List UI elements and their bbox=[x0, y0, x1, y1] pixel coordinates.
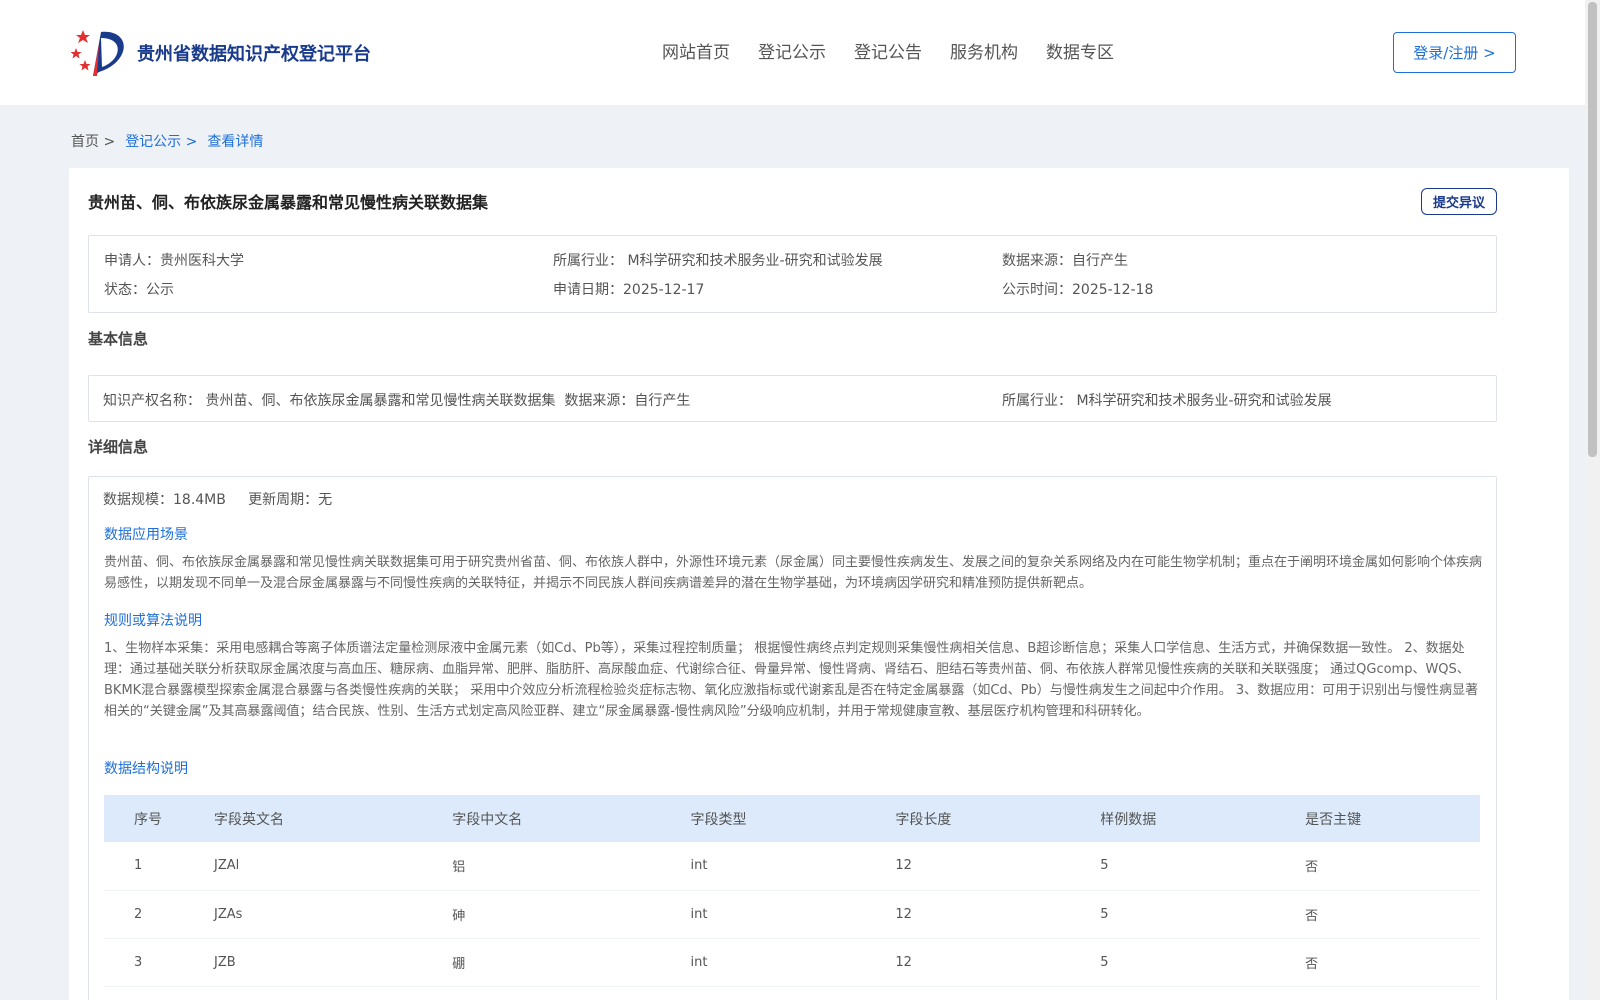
algorithm-title: 规则或算法说明 bbox=[104, 613, 202, 629]
apply-date-field: 申请日期：2025-12-17 bbox=[553, 279, 704, 299]
site-logo[interactable]: 贵州省数据知识产权登记平台 bbox=[71, 26, 371, 80]
site-name: 贵州省数据知识产权登记平台 bbox=[137, 44, 371, 65]
scenario-title: 数据应用场景 bbox=[104, 527, 188, 543]
algorithm-text: 1、生物样本采集：采用电感耦合等离子体质谱法定量检测尿液中金属元素（如Cd、Pb… bbox=[104, 641, 1479, 719]
page-scrollbar[interactable] bbox=[1585, 0, 1600, 1000]
cell-sample: 5 bbox=[1070, 938, 1276, 987]
source-field: 数据来源：自行产生 bbox=[1002, 250, 1128, 270]
nav-publicity[interactable]: 登记公示 bbox=[758, 38, 826, 63]
top-header: 贵州省数据知识产权登记平台 网站首页 登记公示 登记公告 服务机构 数据专区 登… bbox=[0, 0, 1585, 105]
cell-index: 1 bbox=[104, 842, 184, 891]
source-label: 数据来源： bbox=[1002, 253, 1072, 269]
cell-field-length: 12 bbox=[865, 938, 1071, 987]
publish-date-value: 2025-12-18 bbox=[1072, 282, 1154, 298]
scale-value: 18.4MB bbox=[173, 492, 226, 508]
scenario-text: 贵州苗、侗、布依族尿金属暴露和常见慢性病关联数据集可用于研究贵州省苗、侗、布依族… bbox=[104, 555, 1483, 591]
scale-label: 数据规模： bbox=[103, 492, 173, 508]
breadcrumb-current: 查看详情 bbox=[207, 134, 264, 150]
cell-field-cn: 砷 bbox=[422, 890, 661, 939]
detail-info-box: 数据规模：18.4MB 更新周期：无 数据应用场景 贵州苗、侗、布依族尿金属暴露… bbox=[88, 476, 1497, 1000]
table-row: 3 JZB 硼 int 12 5 否 bbox=[104, 938, 1480, 987]
cell-primary-key: 否 bbox=[1275, 938, 1480, 987]
col-field-cn: 字段中文名 bbox=[452, 811, 523, 828]
ip-name-field: 知识产权名称： 贵州苗、侗、布依族尿金属暴露和常见慢性病关联数据集 数据来源：自… bbox=[103, 390, 690, 410]
col-sample: 样例数据 bbox=[1100, 811, 1157, 828]
main-nav: 网站首页 登记公示 登记公告 服务机构 数据专区 bbox=[662, 38, 1142, 63]
nav-data-zone[interactable]: 数据专区 bbox=[1046, 38, 1114, 63]
detail-info-title: 详细信息 bbox=[88, 438, 149, 456]
basic-source-value: 自行产生 bbox=[634, 393, 691, 409]
basic-industry-field: 所属行业： M科学研究和技术服务业-研究和试验发展 bbox=[1002, 390, 1332, 410]
cell-sample: 5 bbox=[1070, 842, 1276, 891]
cell-field-length: 12 bbox=[865, 890, 1071, 939]
table-row: 1 JZAl 铝 int 12 5 否 bbox=[104, 842, 1480, 891]
basic-source-label: 数据来源： bbox=[564, 393, 635, 409]
col-field-type: 字段类型 bbox=[690, 811, 747, 828]
col-field-en: 字段英文名 bbox=[214, 811, 284, 828]
cell-field-en: JZB bbox=[184, 938, 423, 987]
table-row: 2 JZAs 砷 int 12 5 否 bbox=[104, 890, 1480, 939]
col-index: 序号 bbox=[134, 811, 162, 828]
industry-value: M科学研究和技术服务业-研究和试验发展 bbox=[627, 253, 883, 269]
submit-objection-button[interactable]: 提交异议 bbox=[1421, 188, 1497, 215]
basic-info-title: 基本信息 bbox=[88, 330, 149, 348]
applicant-value: 贵州医科大学 bbox=[160, 253, 244, 269]
basic-info-box: 知识产权名称： 贵州苗、侗、布依族尿金属暴露和常见慢性病关联数据集 数据来源：自… bbox=[88, 375, 1497, 422]
breadcrumb-publicity[interactable]: 登记公示 > bbox=[125, 131, 197, 151]
status-value: 公示 bbox=[146, 282, 174, 298]
ip-name-value: 贵州苗、侗、布依族尿金属暴露和常见慢性病关联数据集 bbox=[205, 393, 556, 409]
cell-field-type: int bbox=[660, 842, 866, 891]
apply-date-label: 申请日期： bbox=[553, 282, 623, 298]
publish-date-field: 公示时间：2025-12-18 bbox=[1002, 279, 1153, 299]
industry-label: 所属行业： bbox=[553, 253, 623, 269]
nav-home[interactable]: 网站首页 bbox=[662, 38, 730, 63]
cell-primary-key: 否 bbox=[1275, 842, 1480, 891]
cell-field-type: int bbox=[660, 938, 866, 987]
apply-date-value: 2025-12-17 bbox=[623, 282, 705, 298]
data-structure-table: 序号 字段英文名 字段中文名 字段类型 字段长度 样例数据 是否主键 1 JZA… bbox=[104, 795, 1480, 987]
logo-icon bbox=[71, 30, 124, 76]
nav-announcement[interactable]: 登记公告 bbox=[854, 38, 922, 63]
source-value: 自行产生 bbox=[1072, 253, 1128, 269]
applicant-label: 申请人： bbox=[104, 253, 160, 269]
breadcrumb-home[interactable]: 首页 > bbox=[71, 131, 115, 151]
cell-field-en: JZAs bbox=[184, 890, 423, 939]
cycle-value: 无 bbox=[318, 492, 333, 508]
basic-industry-value: M科学研究和技术服务业-研究和试验发展 bbox=[1076, 393, 1332, 409]
cell-field-length: 12 bbox=[865, 842, 1071, 891]
status-field: 状态：公示 bbox=[104, 279, 174, 299]
status-label: 状态： bbox=[104, 282, 146, 298]
cell-field-type: int bbox=[660, 890, 866, 939]
scrollbar-thumb[interactable] bbox=[1588, 2, 1597, 457]
cycle-label: 更新周期： bbox=[248, 492, 319, 508]
cell-primary-key: 否 bbox=[1275, 890, 1480, 939]
page-title: 贵州苗、侗、布依族尿金属暴露和常见慢性病关联数据集 bbox=[88, 193, 489, 212]
detail-card: 贵州苗、侗、布依族尿金属暴露和常见慢性病关联数据集 提交异议 申请人：贵州医科大… bbox=[69, 168, 1569, 1000]
table-header-row: 序号 字段英文名 字段中文名 字段类型 字段长度 样例数据 是否主键 bbox=[104, 795, 1480, 842]
cell-sample: 5 bbox=[1070, 890, 1276, 939]
cell-field-cn: 硼 bbox=[422, 938, 661, 987]
col-field-length: 字段长度 bbox=[895, 811, 952, 828]
cell-index: 2 bbox=[104, 890, 184, 939]
basic-industry-label: 所属行业： bbox=[1002, 393, 1072, 409]
scale-field: 数据规模：18.4MB 更新周期：无 bbox=[103, 489, 332, 509]
summary-box: 申请人：贵州医科大学 所属行业： M科学研究和技术服务业-研究和试验发展 数据来… bbox=[88, 235, 1497, 313]
publish-date-label: 公示时间： bbox=[1002, 282, 1072, 298]
industry-field: 所属行业： M科学研究和技术服务业-研究和试验发展 bbox=[553, 250, 883, 270]
cell-field-cn: 铝 bbox=[422, 842, 661, 891]
ip-name-label: 知识产权名称： bbox=[103, 393, 201, 409]
cell-field-en: JZAl bbox=[184, 842, 423, 891]
structure-title: 数据结构说明 bbox=[104, 761, 188, 777]
breadcrumb: 首页 > 登记公示 > 查看详情 bbox=[71, 131, 273, 151]
applicant-field: 申请人：贵州医科大学 bbox=[104, 250, 244, 270]
cell-index: 3 bbox=[104, 938, 184, 987]
login-register-button[interactable]: 登录/注册 > bbox=[1393, 32, 1516, 73]
col-primary-key: 是否主键 bbox=[1305, 811, 1362, 828]
nav-service-agency[interactable]: 服务机构 bbox=[950, 38, 1018, 63]
